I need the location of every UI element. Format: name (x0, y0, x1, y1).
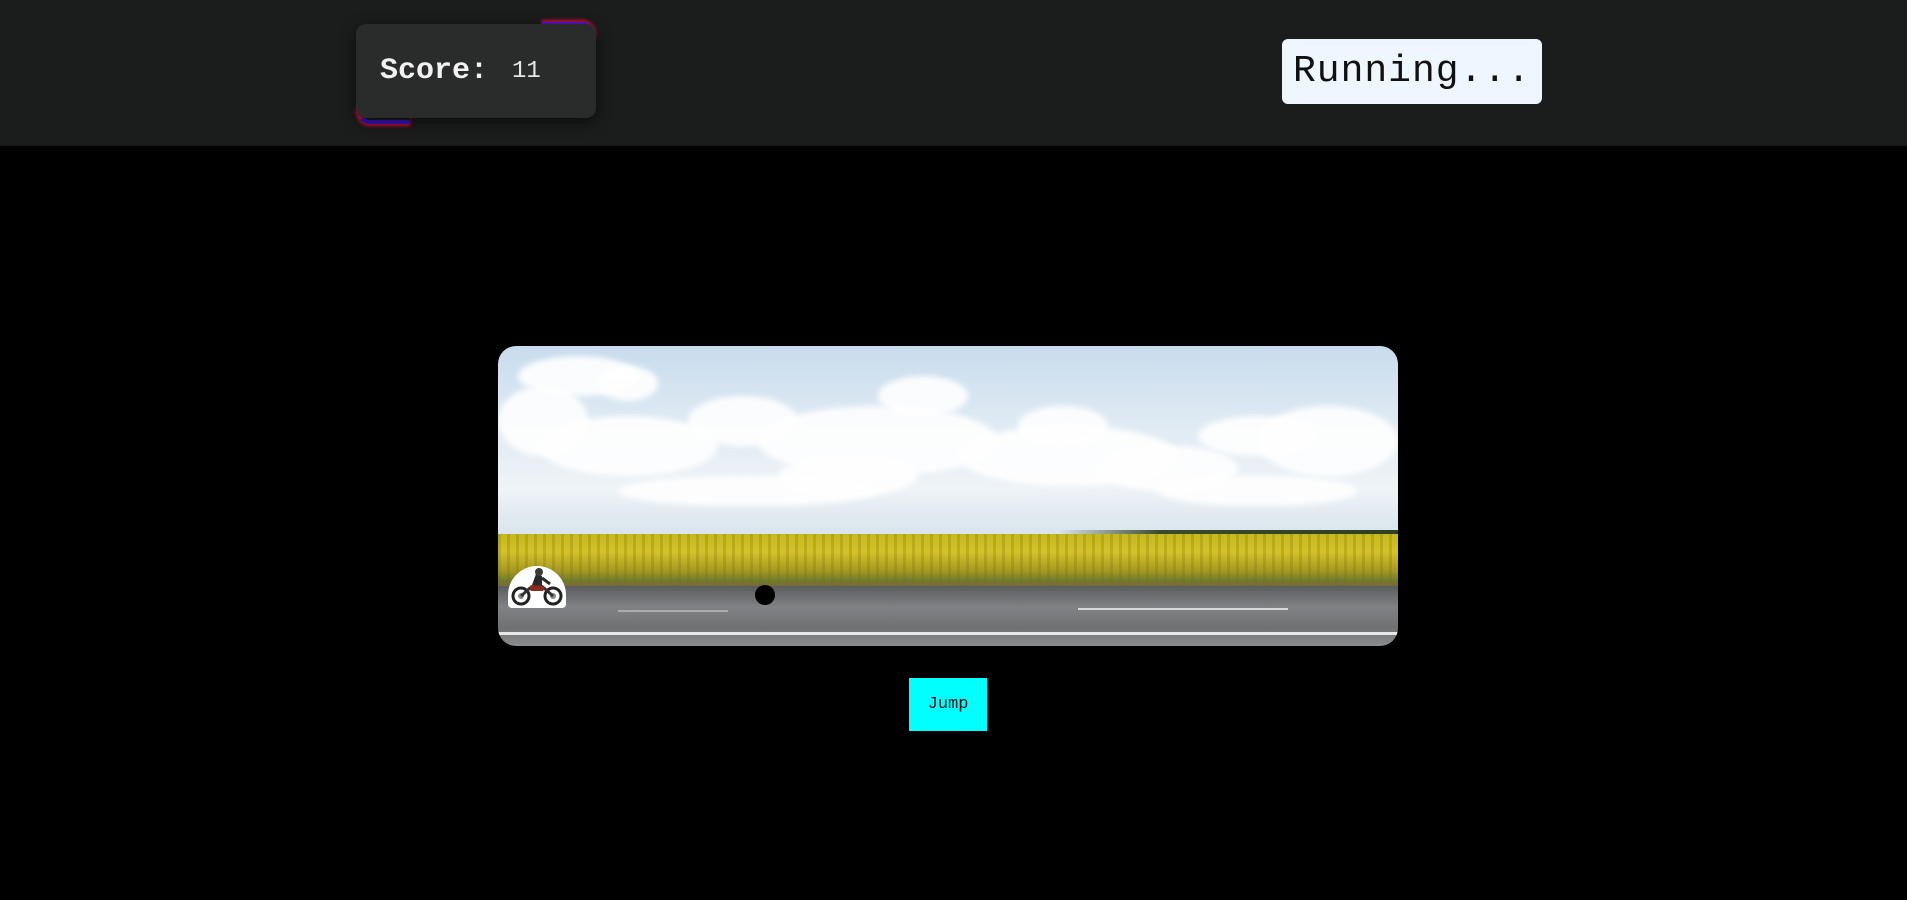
score-value: 11 (512, 57, 541, 85)
ball-obstacle-icon (755, 585, 775, 605)
score-box: Score: 11 (356, 24, 596, 118)
top-bar: Score: 11 Running... (0, 0, 1907, 146)
game-status-panel: Running... (1282, 39, 1542, 104)
sky-background (498, 346, 1398, 536)
score-panel: Score: 11 (356, 22, 596, 124)
road (498, 586, 1398, 646)
sunflower-field (498, 534, 1398, 586)
score-label: Score: (380, 54, 489, 88)
road-edge-line (498, 632, 1398, 635)
game-canvas[interactable] (498, 346, 1398, 646)
jump-button[interactable]: Jump (909, 678, 987, 731)
game-status-text: Running... (1292, 50, 1532, 93)
